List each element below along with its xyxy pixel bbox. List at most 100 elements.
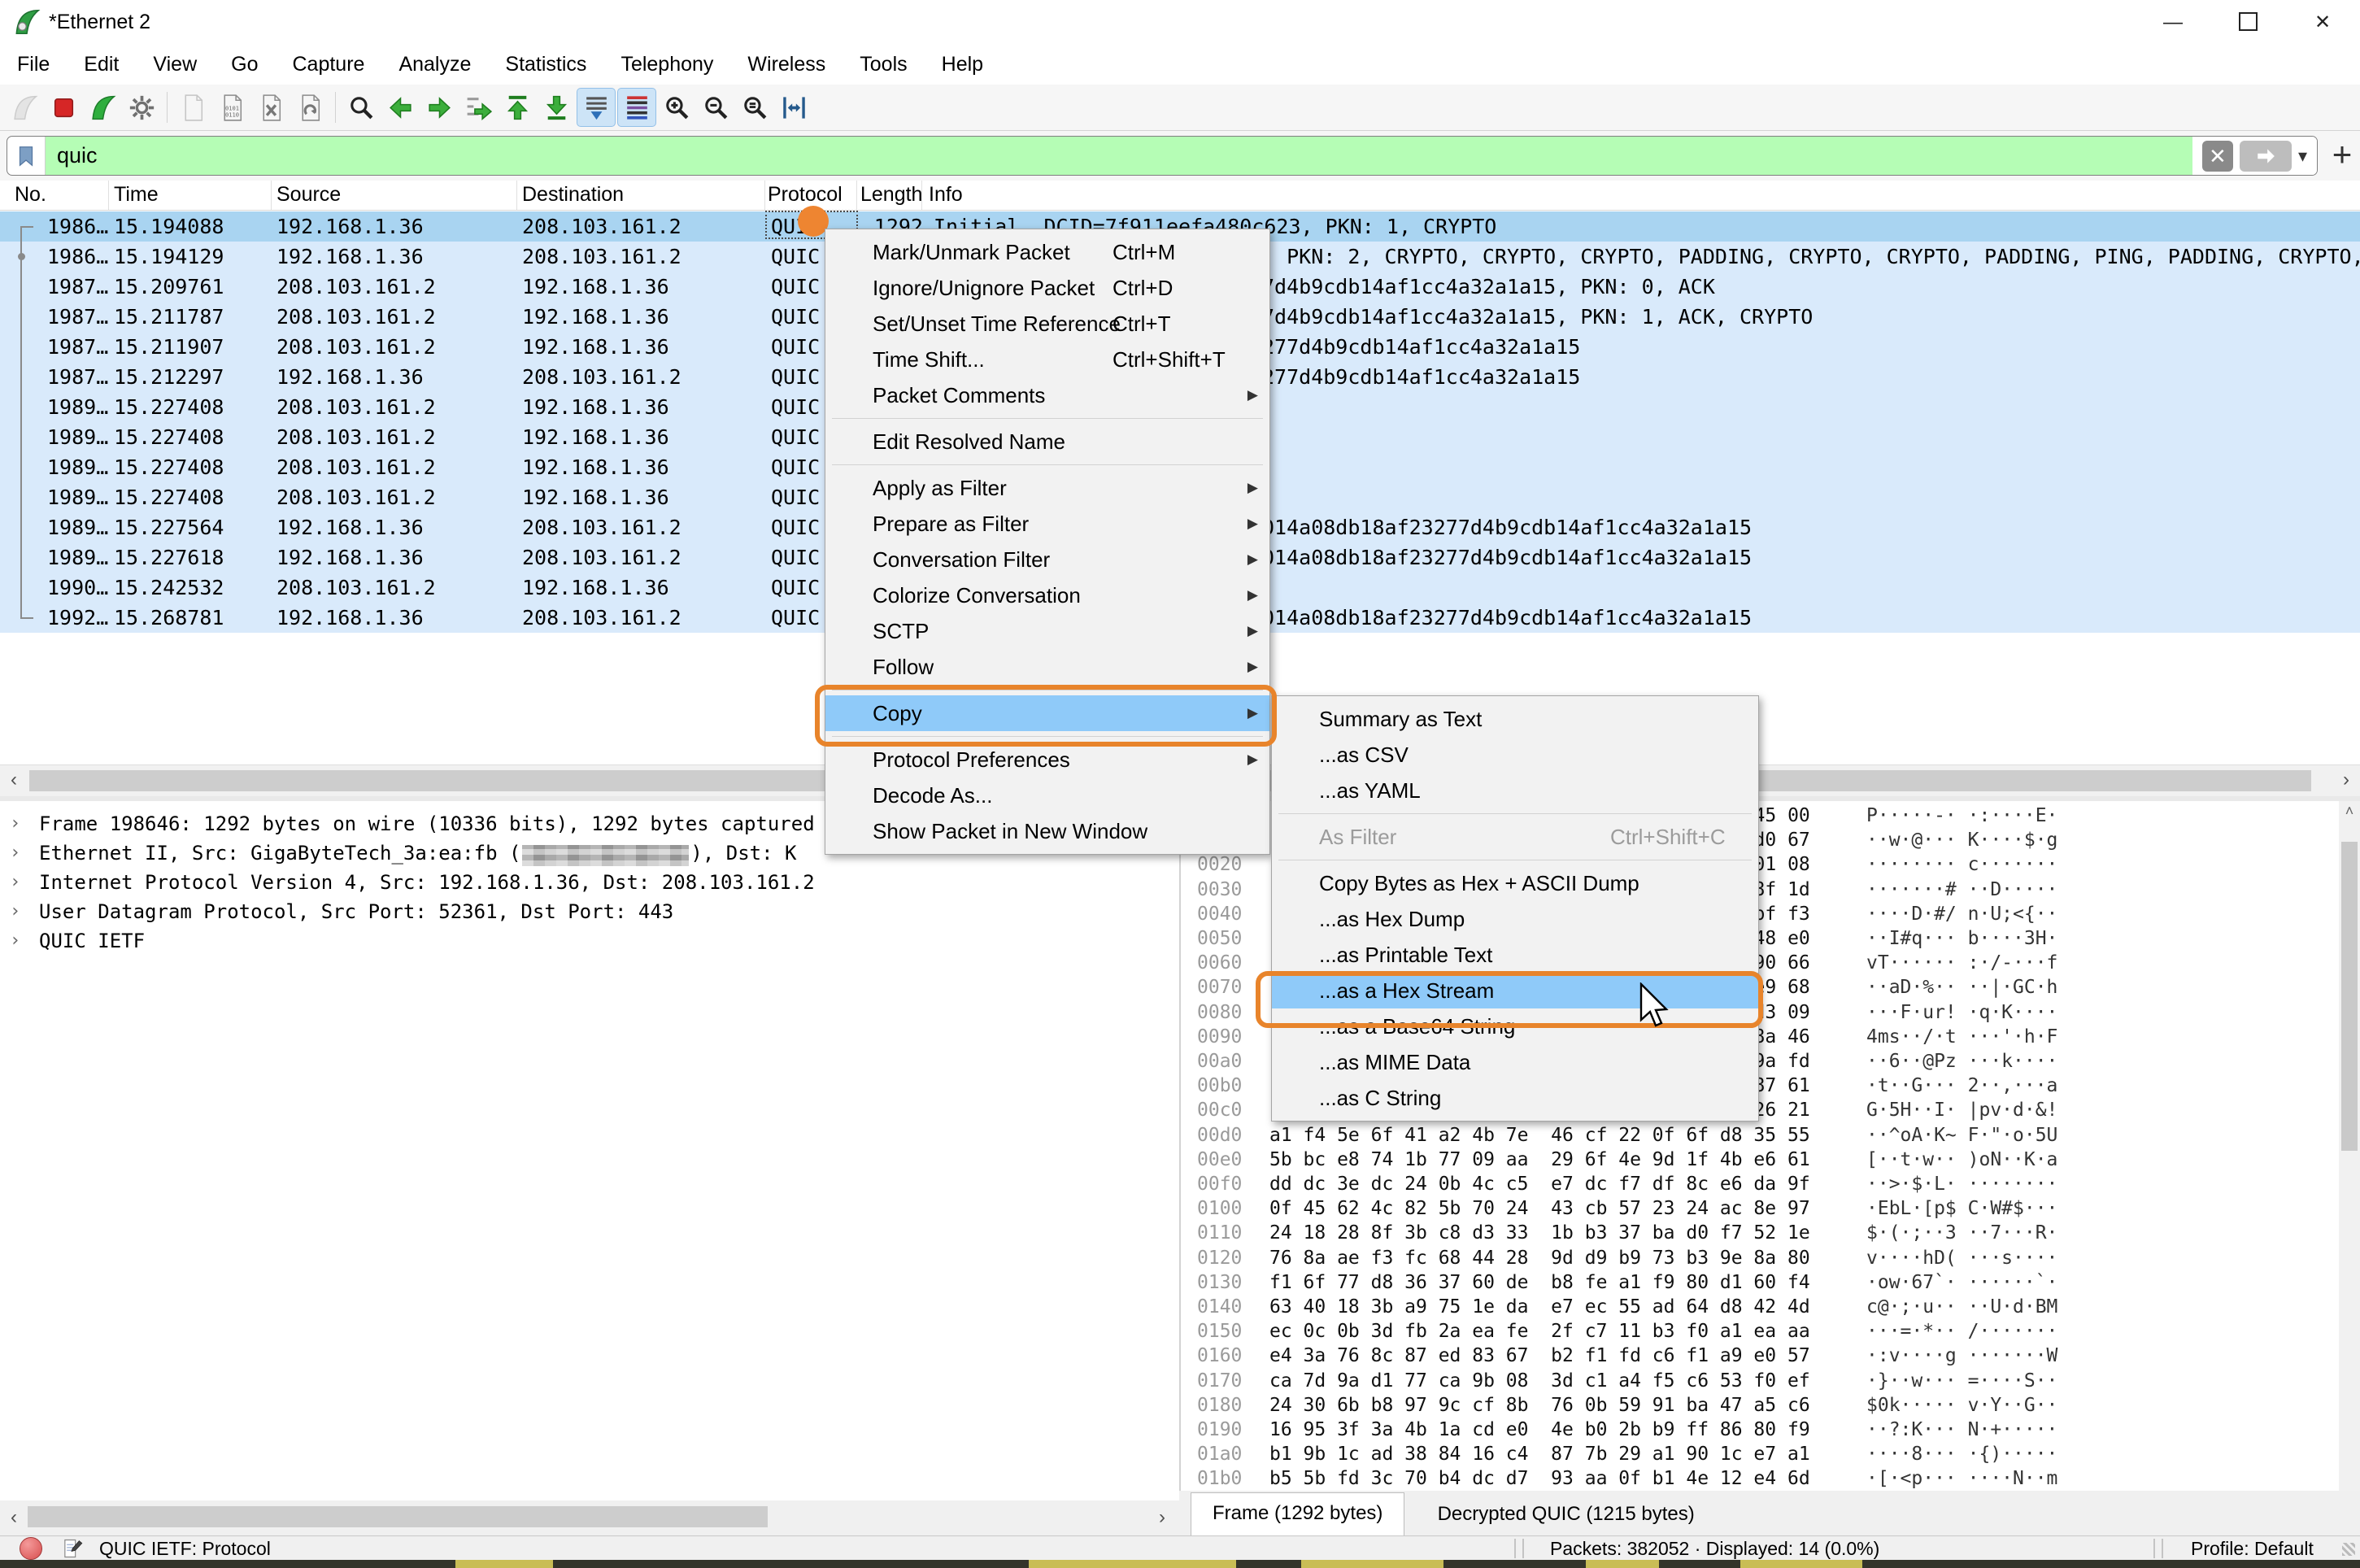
menu-item-mark-unmark-packet[interactable]: Mark/Unmark PacketCtrl+M <box>825 234 1269 270</box>
save-file-button[interactable]: 01010110 <box>213 89 250 126</box>
apply-filter-button[interactable] <box>2240 141 2292 172</box>
menu-telephony[interactable]: Telephony <box>603 45 730 85</box>
menu-statistics[interactable]: Statistics <box>488 45 603 85</box>
filter-dropdown-chevron-icon[interactable]: ▾ <box>2298 146 2307 167</box>
column-header-info[interactable]: Info <box>929 181 963 210</box>
scroll-up-icon[interactable]: ˄ <box>2339 803 2360 820</box>
status-profile-label[interactable]: Profile: Default <box>2191 1536 2314 1561</box>
menu-item-sctp[interactable]: SCTP▶ <box>825 613 1269 649</box>
resize-grip[interactable] <box>2342 1543 2355 1556</box>
first-packet-button[interactable] <box>499 89 536 126</box>
expand-chevron-icon[interactable]: › <box>10 868 20 897</box>
zoom-out-button[interactable] <box>697 89 734 126</box>
menu-item-packet-comments[interactable]: Packet Comments▶ <box>825 377 1269 413</box>
menu-item-decode-as[interactable]: Decode As... <box>825 777 1269 813</box>
hex-row[interactable]: 012076 8a ae f3 fc 68 44 28 9d d9 b9 73 … <box>1181 1246 2336 1270</box>
hex-row[interactable]: 0170ca 7d 9a d1 77 ca 9b 08 3d c1 a4 f5 … <box>1181 1369 2336 1393</box>
minimize-button[interactable]: — <box>2136 0 2210 45</box>
menu-item-time-shift[interactable]: Time Shift...Ctrl+Shift+T <box>825 342 1269 377</box>
tab-decrypted-quic-1215-bytes[interactable]: Decrypted QUIC (1215 bytes) <box>1417 1494 1716 1535</box>
menu-item-apply-as-filter[interactable]: Apply as Filter▶ <box>825 470 1269 506</box>
expand-chevron-icon[interactable]: › <box>10 838 20 868</box>
hex-row[interactable]: 01000f 45 62 4c 82 5b 70 24 43 cb 57 23 … <box>1181 1196 2336 1221</box>
display-filter-input[interactable] <box>46 137 2192 175</box>
add-filter-button[interactable]: + <box>2324 131 2360 181</box>
column-header-no[interactable]: No. <box>15 181 46 210</box>
menu-item-as-filter[interactable]: As FilterCtrl+Shift+C <box>1272 819 1758 855</box>
close-file-button[interactable] <box>252 89 290 126</box>
zoom-original-button[interactable] <box>736 89 773 126</box>
menu-help[interactable]: Help <box>925 45 1000 85</box>
colorize-button[interactable] <box>617 88 656 127</box>
capture-options-button[interactable] <box>123 89 160 126</box>
column-header-destination[interactable]: Destination <box>522 181 624 210</box>
find-packet-button[interactable] <box>342 89 380 126</box>
expand-chevron-icon[interactable]: › <box>10 897 20 926</box>
go-to-packet-button[interactable] <box>459 89 497 126</box>
expand-chevron-icon[interactable]: › <box>10 809 20 838</box>
menu-item-as-mime-data[interactable]: ...as MIME Data <box>1272 1044 1758 1080</box>
scroll-left-icon[interactable]: ‹ <box>0 1503 28 1534</box>
scroll-thumb[interactable] <box>28 1506 768 1527</box>
hex-row[interactable]: 01a0b1 9b 1c ad 38 84 16 c4 87 7b 29 a1 … <box>1181 1442 2336 1466</box>
maximize-button[interactable] <box>2210 0 2285 45</box>
menu-analyze[interactable]: Analyze <box>381 45 488 85</box>
hex-row[interactable]: 014063 40 18 3b a9 75 1e da e7 ec 55 ad … <box>1181 1295 2336 1319</box>
reload-file-button[interactable] <box>291 89 329 126</box>
hex-row[interactable]: 018024 30 6b b8 97 9c cf 8b 76 0b 59 91 … <box>1181 1393 2336 1418</box>
menu-view[interactable]: View <box>136 45 214 85</box>
column-header-time[interactable]: Time <box>114 181 159 210</box>
last-packet-button[interactable] <box>538 89 575 126</box>
stop-capture-button[interactable] <box>45 89 82 126</box>
menu-item-as-yaml[interactable]: ...as YAML <box>1272 773 1758 808</box>
capture-comment-icon[interactable] <box>60 1537 83 1560</box>
menu-item-show-packet-in-new-window[interactable]: Show Packet in New Window <box>825 813 1269 849</box>
previous-packet-button[interactable] <box>381 89 419 126</box>
menu-item-follow[interactable]: Follow▶ <box>825 649 1269 685</box>
resize-columns-button[interactable] <box>775 89 812 126</box>
menu-item-as-printable-text[interactable]: ...as Printable Text <box>1272 937 1758 973</box>
auto-scroll-button[interactable] <box>577 88 616 127</box>
scroll-left-icon[interactable]: ‹ <box>0 765 28 796</box>
menu-item-summary-as-text[interactable]: Summary as Text <box>1272 701 1758 737</box>
menu-item-as-hex-dump[interactable]: ...as Hex Dump <box>1272 901 1758 937</box>
filter-bookmark-button[interactable] <box>7 137 46 175</box>
scroll-right-icon[interactable]: › <box>2332 765 2360 796</box>
menu-item-as-c-string[interactable]: ...as C String <box>1272 1080 1758 1116</box>
hex-row[interactable]: 0130f1 6f 77 d8 36 37 60 de b8 fe a1 f9 … <box>1181 1270 2336 1295</box>
hex-row[interactable]: 0160e4 3a 76 8c 87 ed 83 67 b2 f1 fd c6 … <box>1181 1344 2336 1368</box>
scroll-right-icon[interactable]: › <box>1148 1503 1176 1534</box>
menu-go[interactable]: Go <box>214 45 275 85</box>
hex-row[interactable]: 00d0a1 f4 5e 6f 41 a2 4b 7e 46 cf 22 0f … <box>1181 1123 2336 1148</box>
expand-chevron-icon[interactable]: › <box>10 926 20 956</box>
hex-row[interactable]: 00f0dd dc 3e dc 24 0b 4c c5 e7 dc f7 df … <box>1181 1172 2336 1196</box>
menu-tools[interactable]: Tools <box>843 45 924 85</box>
menu-item-as-csv[interactable]: ...as CSV <box>1272 737 1758 773</box>
scroll-thumb[interactable] <box>2341 842 2358 1151</box>
menu-edit[interactable]: Edit <box>67 45 136 85</box>
menu-item-protocol-preferences[interactable]: Protocol Preferences▶ <box>825 742 1269 777</box>
menu-item-conversation-filter[interactable]: Conversation Filter▶ <box>825 542 1269 577</box>
tab-frame-1292-bytes[interactable]: Frame (1292 bytes) <box>1191 1492 1404 1536</box>
next-packet-button[interactable] <box>420 89 458 126</box>
hex-row[interactable]: 00e05b bc e8 74 1b 77 09 aa 29 6f 4e 9d … <box>1181 1148 2336 1172</box>
column-header-source[interactable]: Source <box>276 181 341 210</box>
menu-wireless[interactable]: Wireless <box>730 45 843 85</box>
bytes-vscrollbar[interactable]: ˄ <box>2339 801 2360 1491</box>
menu-item-copy-bytes-as-hex-ascii-dump[interactable]: Copy Bytes as Hex + ASCII Dump <box>1272 865 1758 901</box>
menu-file[interactable]: File <box>0 45 67 85</box>
restart-capture-button[interactable] <box>84 89 121 126</box>
detail-line[interactable]: ›QUIC IETF <box>0 926 1179 956</box>
details-hscrollbar[interactable]: ‹ › <box>0 1500 1179 1535</box>
menu-item-colorize-conversation[interactable]: Colorize Conversation▶ <box>825 577 1269 613</box>
expert-info-icon[interactable] <box>20 1537 42 1560</box>
hex-row[interactable]: 011024 18 28 8f 3b c8 d3 33 1b b3 37 ba … <box>1181 1221 2336 1245</box>
hex-row[interactable]: 019016 95 3f 3a 4b 1a cd e0 4e b0 2b b9 … <box>1181 1418 2336 1442</box>
column-header-length[interactable]: Length <box>860 181 922 210</box>
detail-line[interactable]: ›Internet Protocol Version 4, Src: 192.1… <box>0 868 1179 897</box>
menu-item-prepare-as-filter[interactable]: Prepare as Filter▶ <box>825 506 1269 542</box>
clear-filter-button[interactable]: ✕ <box>2202 141 2233 172</box>
zoom-in-button[interactable] <box>658 89 695 126</box>
close-button[interactable]: ✕ <box>2285 0 2360 45</box>
menu-item-set-unset-time-reference[interactable]: Set/Unset Time ReferenceCtrl+T <box>825 306 1269 342</box>
